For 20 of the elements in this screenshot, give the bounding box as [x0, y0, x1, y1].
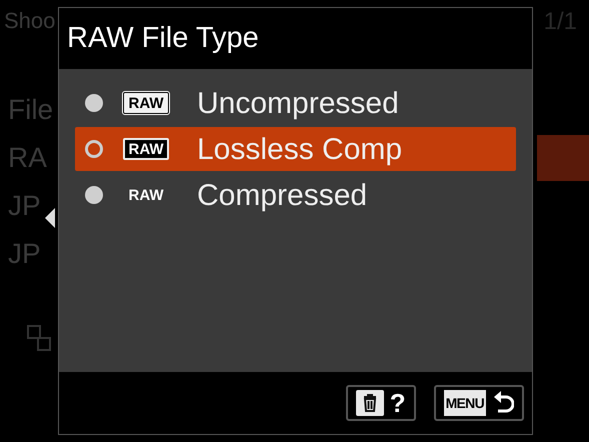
raw-label: RAW [128, 186, 164, 206]
raw-label: RAW [123, 92, 169, 114]
option-row[interactable]: RAW Compressed [75, 173, 516, 217]
back-button[interactable]: MENU [434, 385, 524, 421]
option-label: Uncompressed [197, 86, 399, 122]
radio-icon [85, 140, 103, 158]
help-button[interactable]: ? [346, 385, 416, 421]
radio-icon [85, 94, 103, 112]
raw-label: RAW [123, 138, 169, 160]
option-row[interactable]: RAW Uncompressed [75, 81, 516, 125]
option-label: Lossless Comp [197, 132, 402, 168]
option-row[interactable]: RAW Lossless Comp [75, 127, 516, 171]
radio-icon [85, 186, 103, 204]
dialog-title: RAW File Type [67, 20, 259, 56]
grid-icon [26, 324, 54, 352]
option-label: Compressed [197, 178, 368, 214]
left-arrow-icon [45, 208, 55, 228]
trash-icon [356, 390, 384, 416]
return-arrow-icon [492, 391, 514, 415]
menu-header: Shoo [4, 7, 56, 35]
